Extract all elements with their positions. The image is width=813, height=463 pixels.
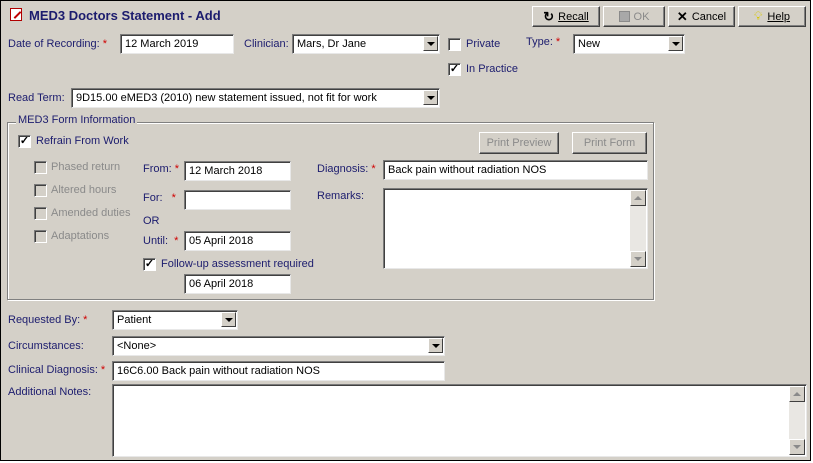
date-of-recording-label: Date of Recording: * xyxy=(8,38,107,50)
chevron-down-icon[interactable] xyxy=(668,36,683,51)
amended-duties-checkbox[interactable] xyxy=(34,207,47,220)
read-term-select[interactable]: 9D15.00 eMED3 (2010) new statement issue… xyxy=(71,88,440,108)
diagnosis-field[interactable]: Back pain without radiation NOS xyxy=(383,160,648,180)
from-date-field[interactable]: 12 March 2018 xyxy=(184,161,291,181)
chevron-down-icon[interactable] xyxy=(423,36,438,51)
clinician-select[interactable]: Mars, Dr Jane xyxy=(292,34,440,54)
chevron-down-icon[interactable] xyxy=(221,312,236,327)
recall-icon: ↻ xyxy=(543,8,555,24)
for-duration-field[interactable] xyxy=(184,190,291,210)
type-select[interactable]: New xyxy=(573,34,685,54)
altered-hours-checkbox[interactable] xyxy=(34,184,47,197)
requested-by-select[interactable]: Patient xyxy=(112,310,238,330)
med3-dialog-window: MED3 Doctors Statement - Add ↻ Recall OK… xyxy=(0,0,811,461)
scroll-up-icon[interactable] xyxy=(630,190,646,206)
chevron-down-icon[interactable] xyxy=(428,338,443,353)
circumstances-label: Circumstances: xyxy=(8,340,84,352)
follow-up-date-field[interactable]: 06 April 2018 xyxy=(184,274,291,294)
remarks-textarea[interactable] xyxy=(383,188,648,269)
phased-return-checkbox[interactable] xyxy=(34,161,47,174)
type-label: Type: * xyxy=(526,36,561,48)
ok-button[interactable]: OK xyxy=(603,6,665,27)
for-label: For: * xyxy=(143,192,176,204)
in-practice-checkbox[interactable]: ✓ xyxy=(448,63,461,76)
refrain-from-work-checkbox[interactable]: ✓ xyxy=(18,135,31,148)
scroll-down-icon[interactable] xyxy=(789,439,805,455)
clinical-diagnosis-field[interactable]: 16C6.00 Back pain without radiation NOS xyxy=(112,361,445,381)
adaptations-label: Adaptations xyxy=(51,230,110,242)
read-term-label: Read Term: xyxy=(8,92,65,104)
scroll-up-icon[interactable] xyxy=(789,386,805,402)
until-date-field[interactable]: 05 April 2018 xyxy=(184,231,291,251)
until-label: Until: * xyxy=(143,235,179,247)
window-title: MED3 Doctors Statement - Add xyxy=(29,8,221,23)
follow-up-checkbox[interactable]: ✓ xyxy=(143,258,156,271)
chevron-down-icon[interactable] xyxy=(423,90,438,105)
scroll-down-icon[interactable] xyxy=(630,251,646,267)
clinical-diagnosis-label: Clinical Diagnosis: * xyxy=(8,364,106,376)
clinician-label: Clinician: xyxy=(244,38,289,50)
follow-up-label: Follow-up assessment required xyxy=(161,258,314,270)
or-label: OR xyxy=(143,215,160,227)
date-of-recording-field[interactable]: 12 March 2019 xyxy=(120,34,234,54)
additional-notes-scrollbar[interactable] xyxy=(789,386,805,455)
cancel-x-icon: ✕ xyxy=(676,8,688,24)
additional-notes-label: Additional Notes: xyxy=(8,386,92,398)
amended-duties-label: Amended duties xyxy=(51,207,131,219)
help-lightbulb-icon: 💡︎ xyxy=(753,9,763,23)
remarks-label: Remarks: xyxy=(317,190,365,202)
from-label: From: * xyxy=(143,163,180,175)
private-checkbox[interactable] xyxy=(448,38,461,51)
refrain-from-work-label: Refrain From Work xyxy=(36,135,129,147)
adaptations-checkbox[interactable] xyxy=(34,230,47,243)
print-form-button[interactable]: Print Form xyxy=(572,132,647,154)
med3-group-title: MED3 Form Information xyxy=(16,114,138,126)
altered-hours-label: Altered hours xyxy=(51,184,117,196)
help-button[interactable]: 💡︎ Help xyxy=(738,6,806,27)
save-disk-icon xyxy=(618,11,630,22)
in-practice-label: In Practice xyxy=(466,63,518,75)
diagnosis-label: Diagnosis: * xyxy=(317,163,376,175)
additional-notes-textarea[interactable] xyxy=(112,384,807,457)
cancel-button[interactable]: ✕ Cancel xyxy=(668,6,735,27)
med3-form-icon xyxy=(10,8,22,21)
circumstances-select[interactable]: <None> xyxy=(112,336,445,356)
print-preview-button[interactable]: Print Preview xyxy=(479,132,559,154)
private-label: Private xyxy=(466,38,501,50)
remarks-scrollbar[interactable] xyxy=(630,190,646,267)
recall-button[interactable]: ↻ Recall xyxy=(532,6,600,27)
phased-return-label: Phased return xyxy=(51,161,121,173)
requested-by-label: Requested By: * xyxy=(8,314,88,326)
